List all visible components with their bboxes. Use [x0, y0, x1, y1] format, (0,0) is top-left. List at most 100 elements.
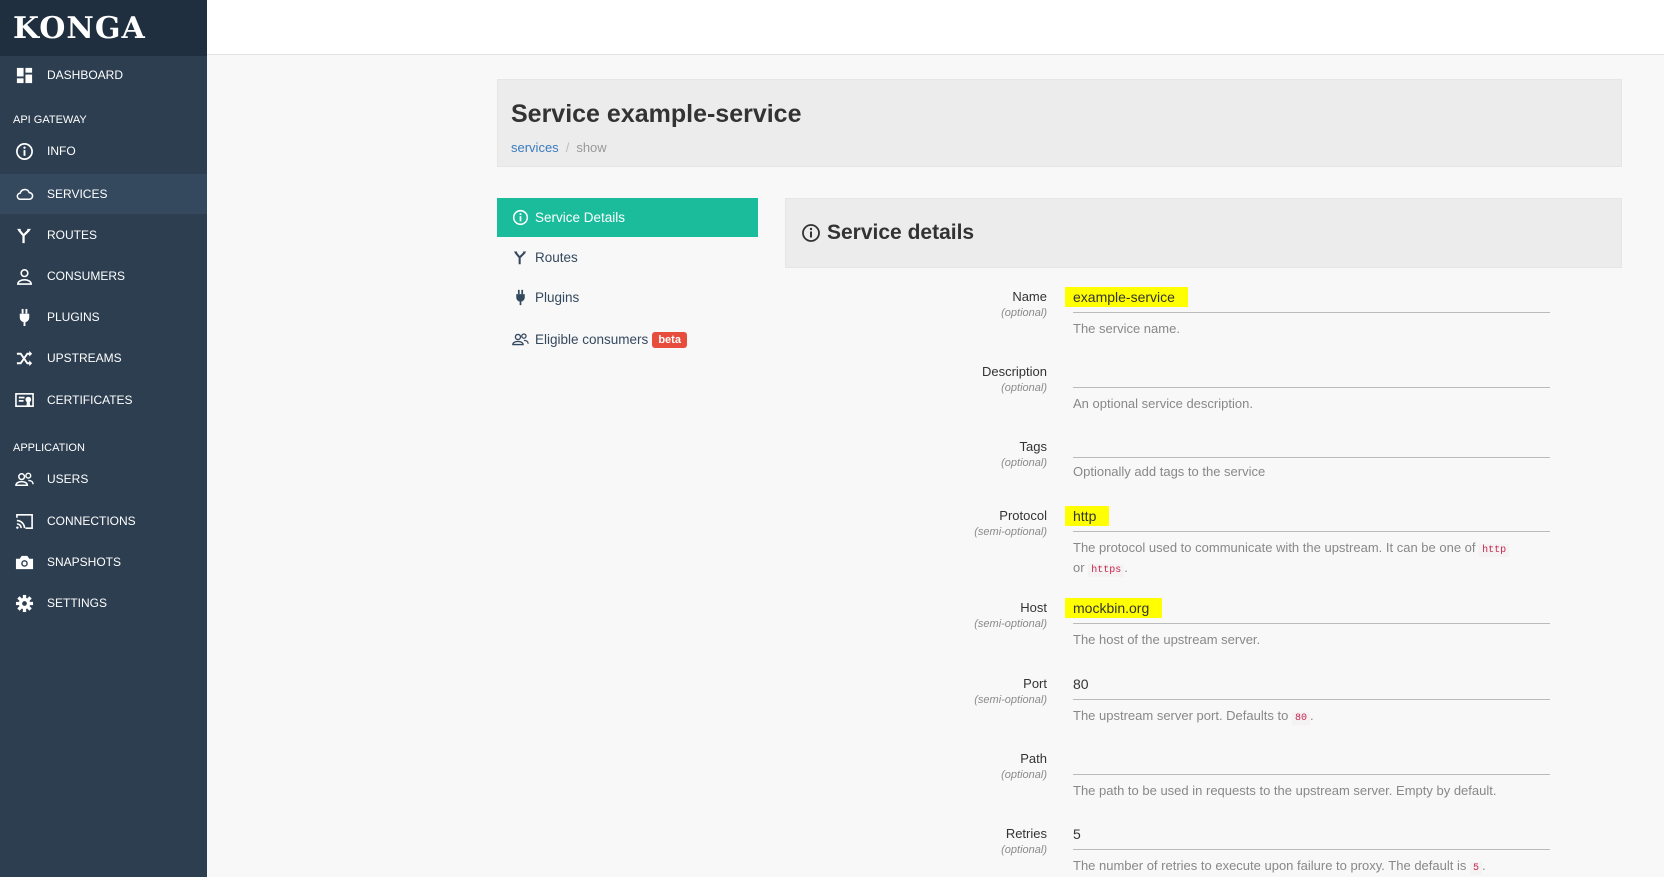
- sidebar-item-label: DASHBOARD: [47, 68, 124, 82]
- sidebar-item-plugins[interactable]: PLUGINS: [0, 297, 207, 337]
- field-help: The protocol used to communicate with th…: [1073, 539, 1550, 579]
- gear-icon: [14, 593, 34, 613]
- sidebar-item-upstreams[interactable]: UPSTREAMS: [0, 338, 207, 378]
- field-label: Name: [1012, 289, 1047, 304]
- tab-plugins[interactable]: Plugins: [497, 278, 758, 317]
- sidebar-item-label: CONNECTIONS: [47, 514, 136, 528]
- users-icon: [511, 331, 529, 349]
- sidebar-item-label: CERTIFICATES: [47, 393, 133, 407]
- help-text: The protocol used to communicate with th…: [1073, 540, 1476, 555]
- port-input[interactable]: 80: [1073, 676, 1550, 700]
- sidebar-item-label: SNAPSHOTS: [47, 555, 122, 569]
- cast-icon: [14, 511, 34, 531]
- name-input[interactable]: example-service: [1065, 287, 1550, 313]
- help-text: .: [1309, 708, 1314, 723]
- routes-icon: [14, 225, 34, 245]
- sidebar-item-consumers[interactable]: CONSUMERS: [0, 256, 207, 296]
- sidebar-item-label: INFO: [47, 144, 76, 158]
- top-bar: [207, 0, 1664, 55]
- breadcrumb-link-services[interactable]: services: [511, 140, 559, 155]
- routes-icon: [511, 249, 529, 267]
- breadcrumb-separator: /: [565, 140, 570, 155]
- code-5: 5: [1469, 862, 1482, 875]
- field-label: Description: [981, 364, 1047, 379]
- description-input[interactable]: [1073, 364, 1550, 388]
- dashboard-icon: [14, 65, 34, 85]
- tab-eligible-consumers[interactable]: Eligible consumers beta: [497, 320, 758, 359]
- field-label: Protocol: [999, 508, 1047, 523]
- sidebar-item-certificates[interactable]: CERTIFICATES: [0, 380, 207, 420]
- tab-label: Eligible consumers: [535, 332, 649, 347]
- retries-input[interactable]: 5: [1073, 826, 1550, 850]
- certificate-icon: [14, 390, 34, 410]
- shuffle-icon: [14, 348, 34, 368]
- sidebar-item-services[interactable]: SERVICES: [0, 174, 207, 214]
- field-label: Path: [1020, 751, 1047, 766]
- field-help: The upstream server port. Defaults to 80…: [1073, 707, 1550, 727]
- sidebar-item-connections[interactable]: CONNECTIONS: [0, 501, 207, 541]
- tab-service-details[interactable]: Service Details: [497, 198, 758, 237]
- help-text: .: [1124, 560, 1128, 575]
- input-value: mockbin.org: [1065, 598, 1163, 618]
- users-icon: [14, 469, 34, 489]
- sidebar-item-label: CONSUMERS: [47, 269, 126, 283]
- help-text: or: [1073, 560, 1085, 575]
- protocol-input[interactable]: http: [1065, 506, 1550, 532]
- brand-logo[interactable]: KONGA: [0, 0, 207, 56]
- info-icon: [14, 141, 34, 161]
- tags-input[interactable]: [1073, 439, 1550, 458]
- sidebar-item-label: SETTINGS: [47, 596, 108, 610]
- sidebar-item-snapshots[interactable]: SNAPSHOTS: [0, 542, 207, 582]
- page-header: Service example-service services / show: [497, 79, 1622, 167]
- field-hint: (optional): [1001, 457, 1047, 469]
- sidebar-item-label: SERVICES: [47, 187, 108, 201]
- input-value: 80: [1073, 676, 1089, 692]
- page-title: Service example-service: [511, 100, 802, 128]
- help-text: .: [1482, 858, 1486, 873]
- camera-icon: [14, 552, 34, 572]
- sidebar-item-routes[interactable]: ROUTES: [0, 215, 207, 255]
- help-text: The upstream server port. Defaults to: [1073, 708, 1289, 723]
- user-icon: [14, 266, 34, 286]
- field-help: The service name.: [1073, 321, 1180, 336]
- host-input[interactable]: mockbin.org: [1065, 598, 1550, 624]
- field-hint: (optional): [1001, 769, 1047, 781]
- plug-icon: [511, 289, 529, 307]
- cloud-icon: [14, 184, 34, 204]
- field-label: Port: [1023, 676, 1047, 691]
- field-help: An optional service description.: [1073, 396, 1253, 411]
- sidebar-item-settings[interactable]: SETTINGS: [0, 583, 207, 623]
- breadcrumb-current: show: [576, 140, 607, 155]
- tab-label: Routes: [535, 250, 578, 265]
- field-hint: (semi-optional): [974, 618, 1047, 630]
- plug-icon: [14, 307, 34, 327]
- code-https: https: [1088, 564, 1125, 577]
- sidebar-item-dashboard[interactable]: DASHBOARD: [0, 55, 207, 95]
- sidebar-item-info[interactable]: INFO: [0, 131, 207, 171]
- field-label: Tags: [1019, 439, 1047, 454]
- input-value: 5: [1073, 826, 1081, 842]
- field-hint: (optional): [1001, 382, 1047, 394]
- tab-label: Service Details: [535, 210, 626, 225]
- sidebar: KONGA DASHBOARD API GATEWAY INFO SERVICE…: [0, 0, 207, 877]
- field-label: Host: [1020, 600, 1047, 615]
- sidebar-item-label: ROUTES: [47, 228, 98, 242]
- path-input[interactable]: [1073, 751, 1550, 775]
- code-80: 80: [1291, 712, 1310, 725]
- input-value: example-service: [1065, 287, 1188, 307]
- beta-badge: beta: [652, 331, 687, 348]
- field-help: The number of retries to execute upon fa…: [1073, 857, 1550, 877]
- tab-label: Plugins: [535, 290, 580, 305]
- sidebar-item-label: PLUGINS: [47, 310, 100, 324]
- brand-text: KONGA: [13, 10, 146, 46]
- field-help: Optionally add tags to the service: [1073, 464, 1266, 479]
- breadcrumb: services / show: [511, 140, 607, 155]
- sidebar-item-label: USERS: [47, 472, 89, 486]
- tab-routes[interactable]: Routes: [497, 238, 758, 277]
- input-value: http: [1065, 506, 1110, 526]
- field-hint: (semi-optional): [974, 526, 1047, 538]
- field-help: The path to be used in requests to the u…: [1073, 783, 1497, 798]
- field-hint: (optional): [1001, 844, 1047, 856]
- field-hint: (semi-optional): [974, 694, 1047, 706]
- sidebar-item-users[interactable]: USERS: [0, 459, 207, 499]
